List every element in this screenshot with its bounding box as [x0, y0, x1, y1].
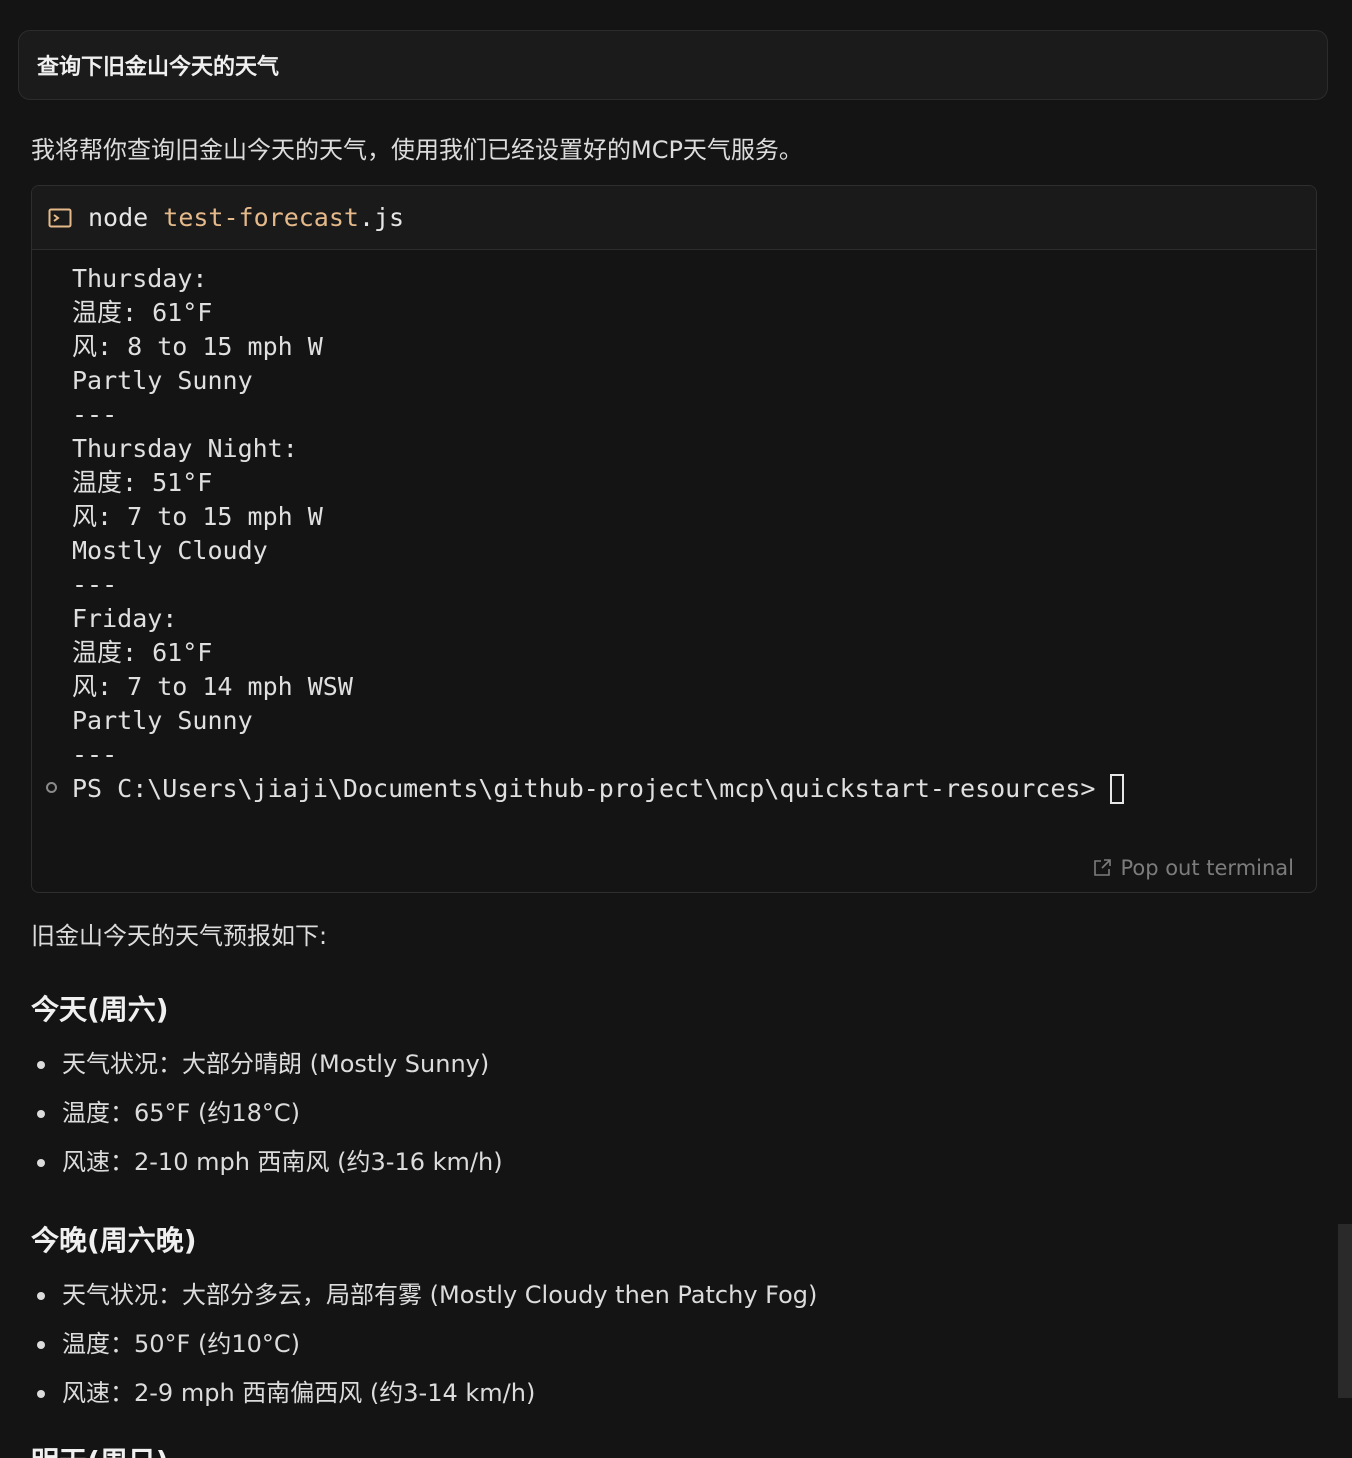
- terminal-cursor[interactable]: [1109, 774, 1124, 804]
- forecast-intro-text: 旧金山今天的天气预报如下:: [31, 922, 328, 950]
- tonight-forecast-list: 天气状况：大部分多云，局部有雾 (Mostly Cloudy then Patc…: [31, 1271, 817, 1418]
- output-line: Thursday Night:: [72, 434, 298, 463]
- terminal-prompt-line[interactable]: PS C:\Users\jiaji\Documents\github-proje…: [46, 772, 1316, 806]
- list-item-text: 风速：2-9 mph 西南偏西风 (约3-14 km/h): [62, 1379, 536, 1407]
- bullet-icon: [37, 1061, 45, 1069]
- user-message-bubble: 查询下旧金山今天的天气: [18, 30, 1328, 100]
- section-title-tonight: 今晚(周六晚): [31, 1224, 197, 1257]
- output-line: 风: 7 to 15 mph W: [72, 502, 323, 531]
- list-item-text: 天气状况：大部分晴朗 (Mostly Sunny): [62, 1050, 490, 1078]
- terminal-command: node test-forecast.js: [88, 203, 404, 232]
- pop-out-terminal-label: Pop out terminal: [1120, 856, 1294, 880]
- terminal-panel[interactable]: node test-forecast.js Thursday: 温度: 61°F…: [31, 185, 1317, 893]
- list-item: 天气状况：大部分多云，局部有雾 (Mostly Cloudy then Patc…: [31, 1271, 817, 1320]
- bullet-icon: [37, 1110, 45, 1118]
- output-line: Friday:: [72, 604, 178, 633]
- vertical-scrollbar[interactable]: [1338, 1224, 1352, 1398]
- list-item: 温度：50°F (约10°C): [31, 1320, 817, 1369]
- command-ext: .js: [358, 203, 405, 232]
- output-line: Thursday:: [72, 264, 208, 293]
- command-arg: test-forecast: [163, 203, 359, 232]
- output-line: 温度: 61°F: [72, 298, 213, 327]
- output-line: 温度: 61°F: [72, 638, 213, 667]
- output-line: Partly Sunny: [72, 366, 253, 395]
- user-message-text: 查询下旧金山今天的天气: [37, 55, 280, 80]
- list-item-text: 风速：2-10 mph 西南风 (约3-16 km/h): [62, 1148, 503, 1176]
- output-line: Partly Sunny: [72, 706, 253, 735]
- external-link-icon: [1094, 859, 1112, 876]
- output-line: 温度: 51°F: [72, 468, 213, 497]
- prompt-status-circle-icon: [46, 782, 57, 793]
- list-item: 温度：65°F (约18°C): [31, 1089, 503, 1138]
- command-name: node: [88, 203, 149, 232]
- output-line: ---: [72, 570, 118, 599]
- list-item: 风速：2-9 mph 西南偏西风 (约3-14 km/h): [31, 1369, 817, 1418]
- section-title-tomorrow: 明天(周日): [31, 1440, 169, 1458]
- output-line: ---: [72, 740, 118, 769]
- today-forecast-list: 天气状况：大部分晴朗 (Mostly Sunny) 温度：65°F (约18°C…: [31, 1040, 503, 1187]
- list-item-text: 温度：50°F (约10°C): [62, 1330, 300, 1358]
- terminal-icon: [48, 206, 72, 230]
- bullet-icon: [37, 1341, 45, 1349]
- assistant-intro-text: 我将帮你查询旧金山今天的天气，使用我们已经设置好的MCP天气服务。: [31, 136, 803, 164]
- terminal-prompt: PS C:\Users\jiaji\Documents\github-proje…: [72, 774, 1096, 803]
- list-item: 天气状况：大部分晴朗 (Mostly Sunny): [31, 1040, 503, 1089]
- output-line: 风: 7 to 14 mph WSW: [72, 672, 353, 701]
- list-item-text: 温度：65°F (约18°C): [62, 1099, 300, 1127]
- list-item: 风速：2-10 mph 西南风 (约3-16 km/h): [31, 1138, 503, 1187]
- bullet-icon: [37, 1292, 45, 1300]
- output-line: Mostly Cloudy: [72, 536, 268, 565]
- terminal-output[interactable]: Thursday: 温度: 61°F 风: 8 to 15 mph W Part…: [32, 250, 1316, 806]
- section-title-today: 今天(周六): [31, 993, 169, 1026]
- pop-out-terminal-button[interactable]: Pop out terminal: [1092, 856, 1294, 880]
- output-line: ---: [72, 400, 118, 429]
- output-line: 风: 8 to 15 mph W: [72, 332, 323, 361]
- bullet-icon: [37, 1159, 45, 1167]
- bullet-icon: [37, 1390, 45, 1398]
- list-item-text: 天气状况：大部分多云，局部有雾 (Mostly Cloudy then Patc…: [62, 1281, 818, 1309]
- terminal-header: node test-forecast.js: [32, 186, 1316, 250]
- chat-page: 查询下旧金山今天的天气 我将帮你查询旧金山今天的天气，使用我们已经设置好的MCP…: [0, 0, 1352, 1458]
